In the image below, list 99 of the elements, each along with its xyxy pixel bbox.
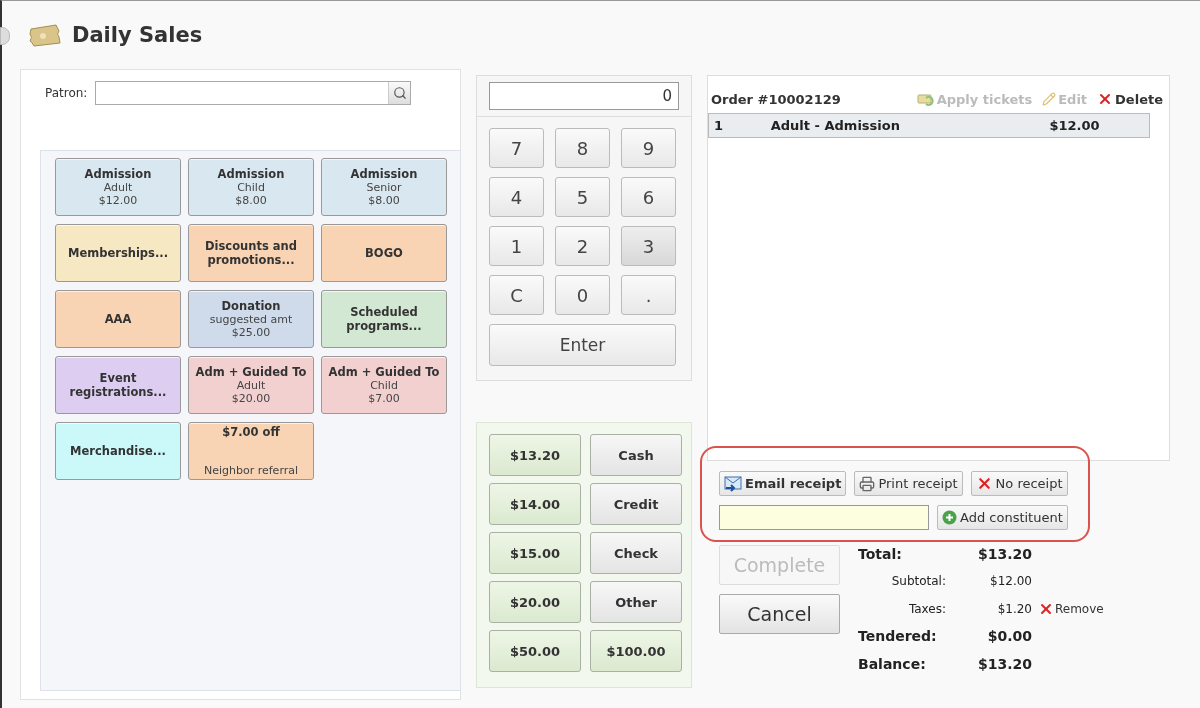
keypad-key[interactable]: 5 [555,177,610,217]
total-value: $12.00 [989,574,1032,589]
product-tile[interactable]: BOGO [321,224,447,282]
product-tile[interactable]: Admission Child $8.00 [188,158,314,216]
tile-detail: $7.00 [368,392,400,405]
keypad-key[interactable]: 3 [621,226,676,266]
total-value: $13.20 [976,655,1032,672]
amount-button[interactable]: $14.00 [489,483,581,525]
tile-detail: $8.00 [368,194,400,207]
product-tile[interactable]: Adm + Guided To Adult $20.00 [188,356,314,414]
product-tile[interactable]: Event registrations... [55,356,181,414]
tile-title: Admission [84,167,152,181]
printer-icon [859,475,876,492]
receipt-button[interactable]: No receipt [970,471,1068,496]
total-label: Balance: [858,655,927,672]
total-label: Subtotal: [890,574,947,589]
tile-title: Adm + Guided To [328,365,440,379]
pencil-icon [1042,92,1057,106]
tile-detail: Child [370,379,398,392]
payment-method-button[interactable]: Cash [590,434,682,476]
product-tile[interactable]: Scheduled programs... [321,290,447,348]
amount-button[interactable]: $15.00 [489,532,581,574]
total-label: Taxes: [907,601,947,616]
product-tile[interactable]: $7.00 off Neighbor referral [188,422,314,480]
product-tile[interactable]: Merchandise... [55,422,181,480]
keypad-key[interactable]: 1 [489,226,544,266]
total-label: Tendered: [858,628,938,645]
delete-button[interactable]: Delete [1087,91,1163,107]
total-label: Total: [858,545,903,562]
order-title: Order #10002129 [711,91,842,107]
total-value: $13.20 [976,545,1032,562]
keypad-key[interactable]: . [621,275,676,315]
remove-button[interactable]: Remove [1032,600,1104,617]
tile-detail: Senior [366,181,402,194]
product-tile[interactable]: AAA [55,290,181,348]
tile-title: Discounts and promotions... [204,239,298,267]
search-button[interactable] [388,82,411,104]
price-cell-text: $12.00 [1048,118,1101,133]
receipt-button[interactable]: Print receipt [854,471,963,496]
search-icon [392,86,407,100]
tile-detail: $20.00 [231,392,271,405]
amount-field[interactable]: 0 [489,82,679,110]
keypad-key[interactable]: 0 [555,275,610,315]
quantity-cell-text: 1 [713,118,725,133]
tile-detail: suggested amt [209,313,293,326]
amount-button[interactable]: $13.20 [489,434,581,476]
product-tile[interactable]: Discounts and promotions... [188,224,314,282]
keypad-key[interactable]: C [489,275,544,315]
keypad-key[interactable]: 2 [555,226,610,266]
item-cell-text: Adult - Admission [769,118,901,133]
keypad-key[interactable]: 9 [621,128,676,168]
add-icon [942,510,957,525]
tile-detail: Adult [103,181,133,194]
email-icon [724,475,742,492]
tile-title: Admission [217,167,285,181]
payment-method-button[interactable]: Credit [590,483,682,525]
total-value: $1.20 [996,601,1032,616]
keypad-key[interactable]: 6 [621,177,676,217]
tile-title: Merchandise... [70,444,166,458]
tile-detail: $25.00 [231,326,271,339]
tile-title: Event registrations... [68,371,168,399]
keypad-key[interactable]: 7 [489,128,544,168]
tile-detail: Adult [236,379,266,392]
tile-detail: $8.00 [235,194,267,207]
amount-button[interactable]: $50.00 [489,630,581,672]
tile-title: Memberships... [67,246,169,260]
total-value: $0.00 [986,628,1032,645]
product-tile[interactable]: Adm + Guided To Child $7.00 [321,356,447,414]
ticket-icon [28,23,62,47]
tickets-icon [916,92,935,106]
tile-title: Scheduled programs... [345,305,423,333]
payment-method-button[interactable]: Other [590,581,682,623]
tile-title: Admission [350,167,418,181]
tile-note: Neighbor referral [203,464,299,477]
tile-title: Adm + Guided To [195,365,307,379]
tile-detail: $12.00 [98,194,138,207]
enter-button[interactable]: Enter [489,324,676,366]
keypad-key[interactable]: 8 [555,128,610,168]
page-title: Daily Sales [72,23,203,47]
tile-title: Donation [221,299,281,313]
email-field[interactable] [719,505,929,530]
tile-title: BOGO [365,246,403,260]
add-constituent-button[interactable]: Add constituent [937,505,1068,530]
patron-label: Patron: [45,86,88,100]
tile-title: AAA [104,312,132,326]
patron-field[interactable] [95,81,412,105]
tile-title: $7.00 off [222,425,280,439]
keypad-key[interactable]: 4 [489,177,544,217]
amount-button[interactable]: $20.00 [489,581,581,623]
product-tile[interactable]: Donation suggested amt $25.00 [188,290,314,348]
collapse-handle[interactable] [0,27,10,45]
receipt-button[interactable]: Email receipt [719,471,847,496]
product-tile[interactable]: Memberships... [55,224,181,282]
product-tile[interactable]: Admission Senior $8.00 [321,158,447,216]
amount-button[interactable]: $100.00 [590,630,682,672]
tile-detail: Child [237,181,265,194]
payment-method-button[interactable]: Check [590,532,682,574]
action-button[interactable]: Cancel [719,594,840,634]
product-tile[interactable]: Admission Adult $12.00 [55,158,181,216]
